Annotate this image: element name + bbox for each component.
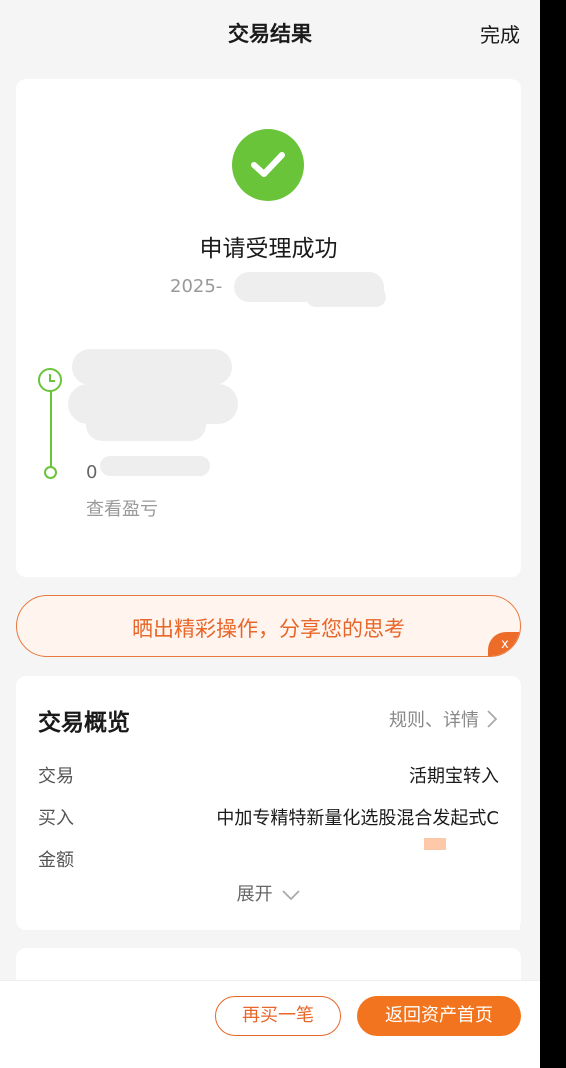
- success-check-icon: [232, 129, 304, 201]
- rules-details-label: 规则、详情: [389, 710, 479, 731]
- timeline-dot-icon: [44, 466, 57, 479]
- rules-details-link[interactable]: 规则、详情: [389, 706, 497, 732]
- chevron-down-icon: [282, 890, 300, 901]
- share-banner[interactable]: 晒出精彩操作，分享您的思考 x: [16, 595, 521, 657]
- screen-edge: [540, 0, 566, 1068]
- page-header: 交易结果 完成: [0, 0, 540, 66]
- redacted-step-one-extra: [86, 409, 206, 441]
- buy-again-button[interactable]: 再买一笔: [215, 996, 341, 1036]
- buy-label: 买入: [38, 808, 74, 829]
- redacted-area: [360, 850, 520, 930]
- result-card: 申请受理成功 2025- 0 查看盈亏: [16, 79, 521, 577]
- result-time: 2025-: [170, 276, 222, 297]
- done-button[interactable]: 完成: [480, 19, 520, 48]
- bottom-action-bar: 再买一笔 返回资产首页: [0, 980, 540, 1068]
- back-to-assets-button[interactable]: 返回资产首页: [357, 996, 521, 1036]
- redacted-step-one: [72, 349, 232, 385]
- fund-name-value: 中加专精特新量化选股混合发起式C: [216, 808, 499, 829]
- page-title: 交易结果: [228, 22, 312, 46]
- trade-type-value: 活期宝转入: [409, 766, 499, 787]
- result-time-start: 2025-: [170, 276, 223, 297]
- trade-result-page: 交易结果 完成 申请受理成功 2025- 0 查看盈亏 晒出精彩操作，分享您的思…: [0, 0, 540, 1068]
- view-profit-link[interactable]: 查看盈亏: [86, 495, 158, 521]
- amount-label: 金额: [38, 850, 74, 871]
- chevron-right-icon: [487, 710, 497, 728]
- expand-label: 展开: [236, 884, 273, 905]
- step-two-text: 0: [86, 462, 98, 483]
- result-status-title: 申请受理成功: [199, 236, 338, 262]
- share-banner-text: 晒出精彩操作，分享您的思考: [132, 617, 405, 641]
- overview-title: 交易概览: [38, 710, 130, 736]
- redacted-step-two: [100, 456, 210, 476]
- trade-type-label: 交易: [38, 766, 74, 787]
- redacted-time-tail: [306, 287, 386, 307]
- close-share-button[interactable]: x: [488, 632, 520, 656]
- clock-icon: [38, 368, 62, 392]
- timeline-line: [50, 391, 52, 469]
